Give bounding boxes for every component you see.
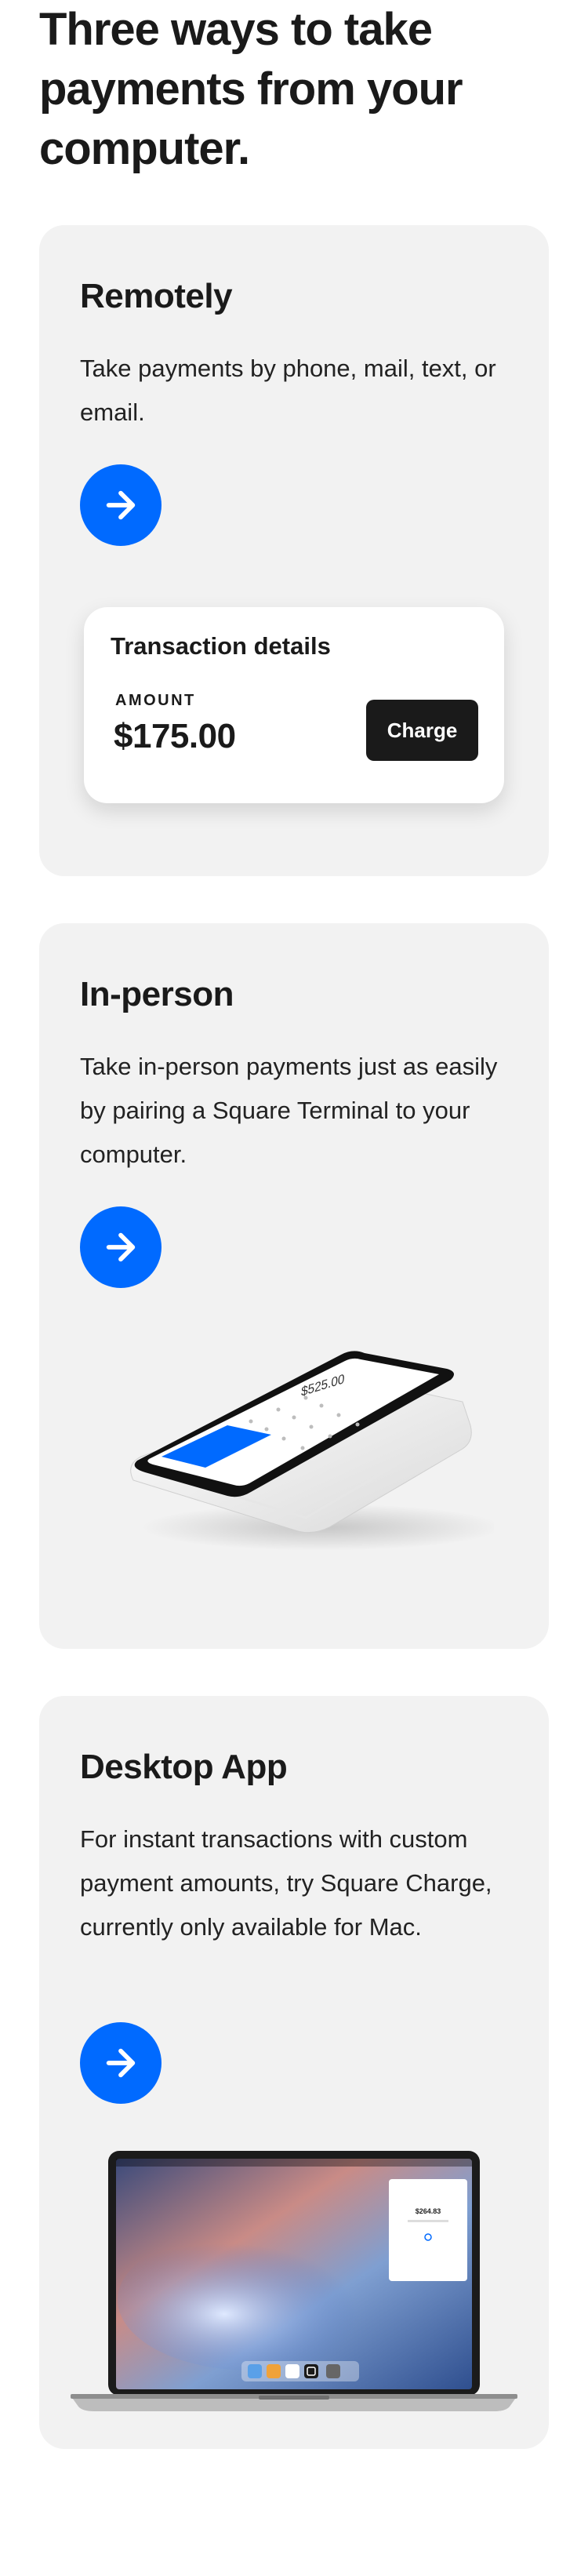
in-person-arrow-button[interactable] [80, 1206, 162, 1288]
page: Three ways to take payments from your co… [0, 0, 588, 2576]
amount-value: $175.00 [114, 717, 236, 755]
remotely-arrow-button[interactable] [80, 464, 162, 546]
square-terminal-illustration: $525.00 [130, 1351, 494, 1551]
transaction-details-widget: Transaction details AMOUNT $175.00 Charg… [84, 607, 504, 803]
desktop-app-arrow-button[interactable] [80, 2022, 162, 2104]
arrow-right-icon [106, 490, 136, 520]
arrow-right-icon [106, 2048, 136, 2078]
charge-button[interactable]: Charge [366, 700, 478, 761]
card-desktop-app: Desktop App For instant transactions wit… [39, 1696, 549, 2449]
page-headline: Three ways to take payments from your co… [39, 4, 463, 174]
laptop-charge-amount: $264.83 [416, 2207, 441, 2215]
card-description: For instant transactions with custom pay… [80, 1825, 492, 1941]
card-description: Take in-person payments just as easily b… [80, 1053, 498, 1168]
card-title: In-person [80, 975, 234, 1013]
transaction-details-title: Transaction details [111, 632, 331, 660]
card-title: Remotely [80, 277, 233, 315]
arrow-right-icon [106, 1232, 136, 1262]
card-description: Take payments by phone, mail, text, or e… [80, 355, 496, 426]
card-in-person: In-person Take in-person payments just a… [39, 923, 549, 1649]
macbook-illustration: $264.83 [71, 2151, 517, 2411]
card-title: Desktop App [80, 1748, 288, 1786]
card-remotely: Remotely Take payments by phone, mail, t… [39, 225, 549, 876]
amount-label: AMOUNT [115, 692, 196, 709]
